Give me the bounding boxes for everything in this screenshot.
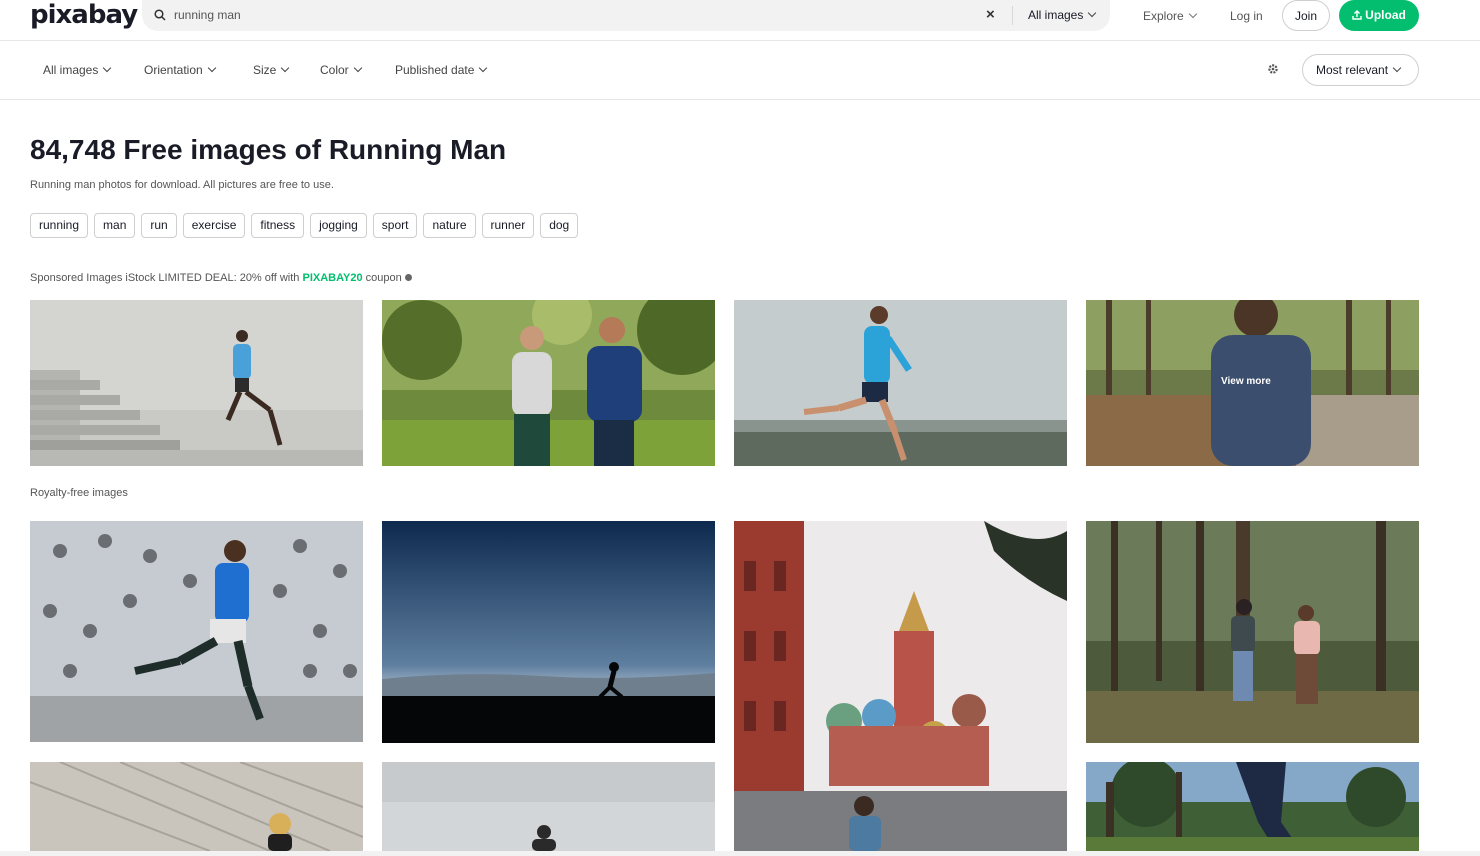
tag-run[interactable]: run	[141, 213, 177, 238]
search-scope-label: All images	[1028, 8, 1084, 22]
search-input[interactable]	[174, 4, 974, 26]
chevron-down-icon	[281, 63, 290, 73]
filter-label: Published date	[395, 63, 475, 77]
search-icon	[154, 9, 166, 21]
chevron-down-icon	[479, 63, 488, 73]
chevron-down-icon	[207, 63, 216, 73]
upload-button[interactable]: Upload	[1339, 0, 1419, 31]
image-result[interactable]	[382, 762, 715, 851]
search-divider	[1012, 6, 1013, 25]
filter-label: Orientation	[144, 63, 203, 77]
gear-icon[interactable]	[1267, 63, 1279, 75]
tag-dog[interactable]: dog	[540, 213, 579, 238]
login-link[interactable]: Log in	[1230, 9, 1263, 23]
sponsored-image[interactable]: View more	[1086, 300, 1419, 466]
sponsored-notice: Sponsored Images iStock LIMITED DEAL: 20…	[30, 272, 412, 284]
chevron-down-icon	[353, 63, 362, 73]
filter-label: Size	[253, 63, 277, 77]
info-icon[interactable]	[404, 274, 412, 281]
chevron-down-icon	[103, 63, 112, 73]
explore-menu[interactable]: Explore	[1143, 9, 1197, 23]
royalty-free-label: Royalty-free images	[30, 487, 128, 499]
join-button[interactable]: Join	[1282, 0, 1330, 31]
chevron-down-icon	[1392, 63, 1402, 73]
upload-label: Upload	[1365, 8, 1406, 22]
image-result[interactable]	[382, 521, 715, 743]
chevron-down-icon	[1188, 9, 1197, 19]
sponsored-suffix: coupon	[362, 272, 402, 284]
tag-running[interactable]: running	[30, 213, 89, 238]
image-result[interactable]	[1086, 521, 1419, 743]
view-more-link[interactable]: View more	[1221, 376, 1271, 387]
tag-nature[interactable]: nature	[423, 213, 476, 238]
sort-label: Most relevant	[1316, 63, 1389, 77]
image-result[interactable]	[30, 521, 363, 742]
sponsored-text: Sponsored Images iStock LIMITED DEAL: 20…	[30, 272, 303, 284]
filter-label: Color	[320, 63, 349, 77]
filter-size[interactable]: Size	[253, 63, 290, 77]
filter-label: All images	[43, 63, 99, 77]
tag-fitness[interactable]: fitness	[251, 213, 305, 238]
sponsored-image[interactable]	[382, 300, 715, 466]
top-bar: pixabay × All images Explore Log in Join…	[0, 0, 1480, 41]
image-result[interactable]	[734, 521, 1067, 851]
tag-jogging[interactable]: jogging	[310, 213, 367, 238]
filter-orientation[interactable]: Orientation	[144, 63, 216, 77]
filter-all-images[interactable]: All images	[43, 63, 112, 77]
upload-icon	[1352, 10, 1362, 20]
filter-bar: All images Orientation Size Color Publis…	[0, 41, 1480, 100]
sponsored-image[interactable]	[734, 300, 1067, 466]
image-result[interactable]	[1086, 762, 1419, 851]
filter-color[interactable]: Color	[320, 63, 362, 77]
tag-man[interactable]: man	[94, 213, 136, 238]
chevron-down-icon	[1088, 8, 1097, 18]
tag-runner[interactable]: runner	[481, 213, 535, 238]
clear-search-icon[interactable]: ×	[986, 6, 995, 24]
sort-dropdown[interactable]: Most relevant	[1302, 54, 1419, 86]
related-tags: running man run exercise fitness jogging…	[30, 213, 579, 238]
sponsored-image[interactable]	[30, 300, 363, 466]
page-title: 84,748 Free images of Running Man	[30, 134, 507, 165]
tag-exercise[interactable]: exercise	[182, 213, 246, 238]
pixabay-logo[interactable]: pixabay	[30, 0, 138, 30]
tag-sport[interactable]: sport	[372, 213, 418, 238]
search-scope-dropdown[interactable]: All images	[1028, 8, 1097, 22]
page-subtitle: Running man photos for download. All pic…	[30, 179, 334, 191]
coupon-code[interactable]: PIXABAY20	[302, 272, 362, 284]
filter-published-date[interactable]: Published date	[395, 63, 488, 77]
scroll-edge	[0, 851, 1480, 856]
explore-label: Explore	[1143, 9, 1184, 23]
image-result[interactable]	[30, 762, 363, 851]
search-bar: × All images	[142, 0, 1110, 31]
